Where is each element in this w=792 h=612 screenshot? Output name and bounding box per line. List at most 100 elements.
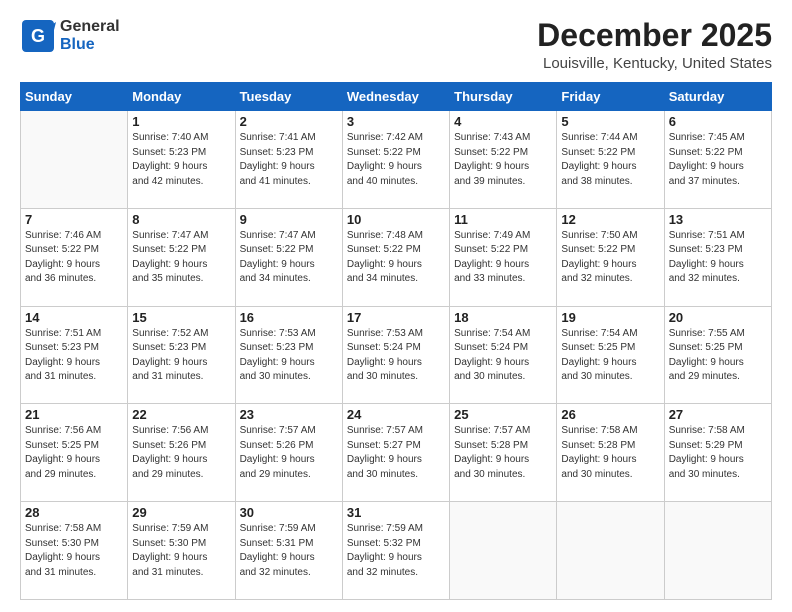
day-info: Sunrise: 7:45 AMSunset: 5:22 PMDaylight:… — [669, 131, 767, 189]
day-number: 26 — [561, 407, 659, 422]
calendar-cell: 18Sunrise: 7:54 AMSunset: 5:24 PMDayligh… — [450, 306, 557, 404]
day-number: 10 — [347, 212, 445, 227]
day-info: Sunrise: 7:56 AMSunset: 5:25 PMDaylight:… — [25, 424, 123, 482]
day-info: Sunrise: 7:56 AMSunset: 5:26 PMDaylight:… — [132, 424, 230, 482]
day-info: Sunrise: 7:51 AMSunset: 5:23 PMDaylight:… — [25, 327, 123, 385]
day-number: 16 — [240, 310, 338, 325]
day-info: Sunrise: 7:48 AMSunset: 5:22 PMDaylight:… — [347, 229, 445, 287]
calendar-cell: 21 Sunrise: 7:56 AMSunset: 5:25 PMDayligh… — [21, 404, 128, 502]
day-number: 13 — [669, 212, 767, 227]
calendar-cell: 12Sunrise: 7:50 AMSunset: 5:22 PMDayligh… — [557, 208, 664, 306]
day-number: 22 — [132, 407, 230, 422]
day-number: 21 — [25, 407, 123, 422]
calendar-cell: 22 Sunrise: 7:56 AMSunset: 5:26 PMDayligh… — [128, 404, 235, 502]
calendar-cell: 7Sunrise: 7:46 AMSunset: 5:22 PMDaylight… — [21, 208, 128, 306]
day-number: 15 — [132, 310, 230, 325]
calendar-cell: 30Sunrise: 7:59 AMSunset: 5:31 PMDayligh… — [235, 502, 342, 600]
calendar-cell: 8Sunrise: 7:47 AMSunset: 5:22 PMDaylight… — [128, 208, 235, 306]
calendar-cell — [21, 111, 128, 209]
day-info: Sunrise: 7:50 AMSunset: 5:22 PMDaylight:… — [561, 229, 659, 287]
logo-general: General — [60, 18, 120, 36]
calendar-cell: 24 Sunrise: 7:57 AMSunset: 5:27 PMDayligh… — [342, 404, 449, 502]
header-thursday: Thursday — [450, 83, 557, 111]
day-info: Sunrise: 7:40 AMSunset: 5:23 PMDaylight:… — [132, 131, 230, 189]
day-number: 6 — [669, 114, 767, 129]
day-info: Sunrise: 7:52 AMSunset: 5:23 PMDaylight:… — [132, 327, 230, 385]
day-info: Sunrise: 7:58 AMSunset: 5:28 PMDaylight:… — [561, 424, 659, 482]
title-section: December 2025 Louisville, Kentucky, Unit… — [537, 18, 772, 72]
calendar-cell: 25Sunrise: 7:57 AMSunset: 5:28 PMDayligh… — [450, 404, 557, 502]
month-title: December 2025 — [537, 18, 772, 53]
calendar-cell: 5 Sunrise: 7:44 AMSunset: 5:22 PMDaylight… — [557, 111, 664, 209]
day-number: 30 — [240, 505, 338, 520]
calendar-cell: 13 Sunrise: 7:51 AMSunset: 5:23 PMDayligh… — [664, 208, 771, 306]
calendar-cell: 10 Sunrise: 7:48 AMSunset: 5:22 PMDayligh… — [342, 208, 449, 306]
day-info: Sunrise: 7:53 AMSunset: 5:23 PMDaylight:… — [240, 327, 338, 385]
day-number: 7 — [25, 212, 123, 227]
day-info: Sunrise: 7:53 AMSunset: 5:24 PMDaylight:… — [347, 327, 445, 385]
logo-icon: G — [20, 18, 56, 54]
calendar-cell — [664, 502, 771, 600]
day-number: 17 — [347, 310, 445, 325]
day-info: Sunrise: 7:51 AMSunset: 5:23 PMDaylight:… — [669, 229, 767, 287]
day-number: 2 — [240, 114, 338, 129]
header: G General Blue December 2025 Louisville,… — [20, 18, 772, 72]
page: G General Blue December 2025 Louisville,… — [0, 0, 792, 612]
calendar-week-5: 28 Sunrise: 7:58 AMSunset: 5:30 PMDayligh… — [21, 502, 772, 600]
calendar-cell: 9 Sunrise: 7:47 AMSunset: 5:22 PMDaylight… — [235, 208, 342, 306]
day-number: 4 — [454, 114, 552, 129]
calendar-cell: 23 Sunrise: 7:57 AMSunset: 5:26 PMDayligh… — [235, 404, 342, 502]
day-info: Sunrise: 7:42 AMSunset: 5:22 PMDaylight:… — [347, 131, 445, 189]
svg-text:G: G — [31, 26, 45, 46]
calendar-cell: 19 Sunrise: 7:54 AMSunset: 5:25 PMDayligh… — [557, 306, 664, 404]
day-number: 9 — [240, 212, 338, 227]
calendar-cell: 1 Sunrise: 7:40 AMSunset: 5:23 PMDaylight… — [128, 111, 235, 209]
day-info: Sunrise: 7:58 AMSunset: 5:30 PMDaylight:… — [25, 522, 123, 580]
day-number: 20 — [669, 310, 767, 325]
day-number: 28 — [25, 505, 123, 520]
calendar-cell: 28 Sunrise: 7:58 AMSunset: 5:30 PMDayligh… — [21, 502, 128, 600]
day-info: Sunrise: 7:58 AMSunset: 5:29 PMDaylight:… — [669, 424, 767, 482]
day-number: 19 — [561, 310, 659, 325]
calendar-cell: 29Sunrise: 7:59 AMSunset: 5:30 PMDayligh… — [128, 502, 235, 600]
day-number: 3 — [347, 114, 445, 129]
day-number: 25 — [454, 407, 552, 422]
day-number: 5 — [561, 114, 659, 129]
day-info: Sunrise: 7:55 AMSunset: 5:25 PMDaylight:… — [669, 327, 767, 385]
day-info: Sunrise: 7:49 AMSunset: 5:22 PMDaylight:… — [454, 229, 552, 287]
calendar-cell: 6 Sunrise: 7:45 AMSunset: 5:22 PMDaylight… — [664, 111, 771, 209]
calendar-week-1: 1 Sunrise: 7:40 AMSunset: 5:23 PMDaylight… — [21, 111, 772, 209]
day-info: Sunrise: 7:57 AMSunset: 5:27 PMDaylight:… — [347, 424, 445, 482]
header-wednesday: Wednesday — [342, 83, 449, 111]
calendar-cell: 3 Sunrise: 7:42 AMSunset: 5:22 PMDaylight… — [342, 111, 449, 209]
day-info: Sunrise: 7:47 AMSunset: 5:22 PMDaylight:… — [240, 229, 338, 287]
day-number: 24 — [347, 407, 445, 422]
day-number: 23 — [240, 407, 338, 422]
day-info: Sunrise: 7:47 AMSunset: 5:22 PMDaylight:… — [132, 229, 230, 287]
calendar-week-2: 7Sunrise: 7:46 AMSunset: 5:22 PMDaylight… — [21, 208, 772, 306]
day-info: Sunrise: 7:41 AMSunset: 5:23 PMDaylight:… — [240, 131, 338, 189]
day-info: Sunrise: 7:54 AMSunset: 5:25 PMDaylight:… — [561, 327, 659, 385]
calendar-cell — [450, 502, 557, 600]
day-number: 1 — [132, 114, 230, 129]
day-number: 31 — [347, 505, 445, 520]
calendar-cell: 14Sunrise: 7:51 AMSunset: 5:23 PMDayligh… — [21, 306, 128, 404]
calendar-cell — [557, 502, 664, 600]
header-tuesday: Tuesday — [235, 83, 342, 111]
day-info: Sunrise: 7:43 AMSunset: 5:22 PMDaylight:… — [454, 131, 552, 189]
calendar-cell: 16 Sunrise: 7:53 AMSunset: 5:23 PMDayligh… — [235, 306, 342, 404]
calendar-week-3: 14Sunrise: 7:51 AMSunset: 5:23 PMDayligh… — [21, 306, 772, 404]
day-info: Sunrise: 7:57 AMSunset: 5:26 PMDaylight:… — [240, 424, 338, 482]
header-monday: Monday — [128, 83, 235, 111]
calendar-cell: 27 Sunrise: 7:58 AMSunset: 5:29 PMDayligh… — [664, 404, 771, 502]
day-info: Sunrise: 7:44 AMSunset: 5:22 PMDaylight:… — [561, 131, 659, 189]
day-number: 27 — [669, 407, 767, 422]
logo-blue: Blue — [60, 36, 120, 54]
header-friday: Friday — [557, 83, 664, 111]
calendar-cell: 17 Sunrise: 7:53 AMSunset: 5:24 PMDayligh… — [342, 306, 449, 404]
calendar-header-row: Sunday Monday Tuesday Wednesday Thursday… — [21, 83, 772, 111]
calendar-cell: 4 Sunrise: 7:43 AMSunset: 5:22 PMDaylight… — [450, 111, 557, 209]
header-saturday: Saturday — [664, 83, 771, 111]
calendar-cell: 26 Sunrise: 7:58 AMSunset: 5:28 PMDayligh… — [557, 404, 664, 502]
location: Louisville, Kentucky, United States — [537, 55, 772, 72]
